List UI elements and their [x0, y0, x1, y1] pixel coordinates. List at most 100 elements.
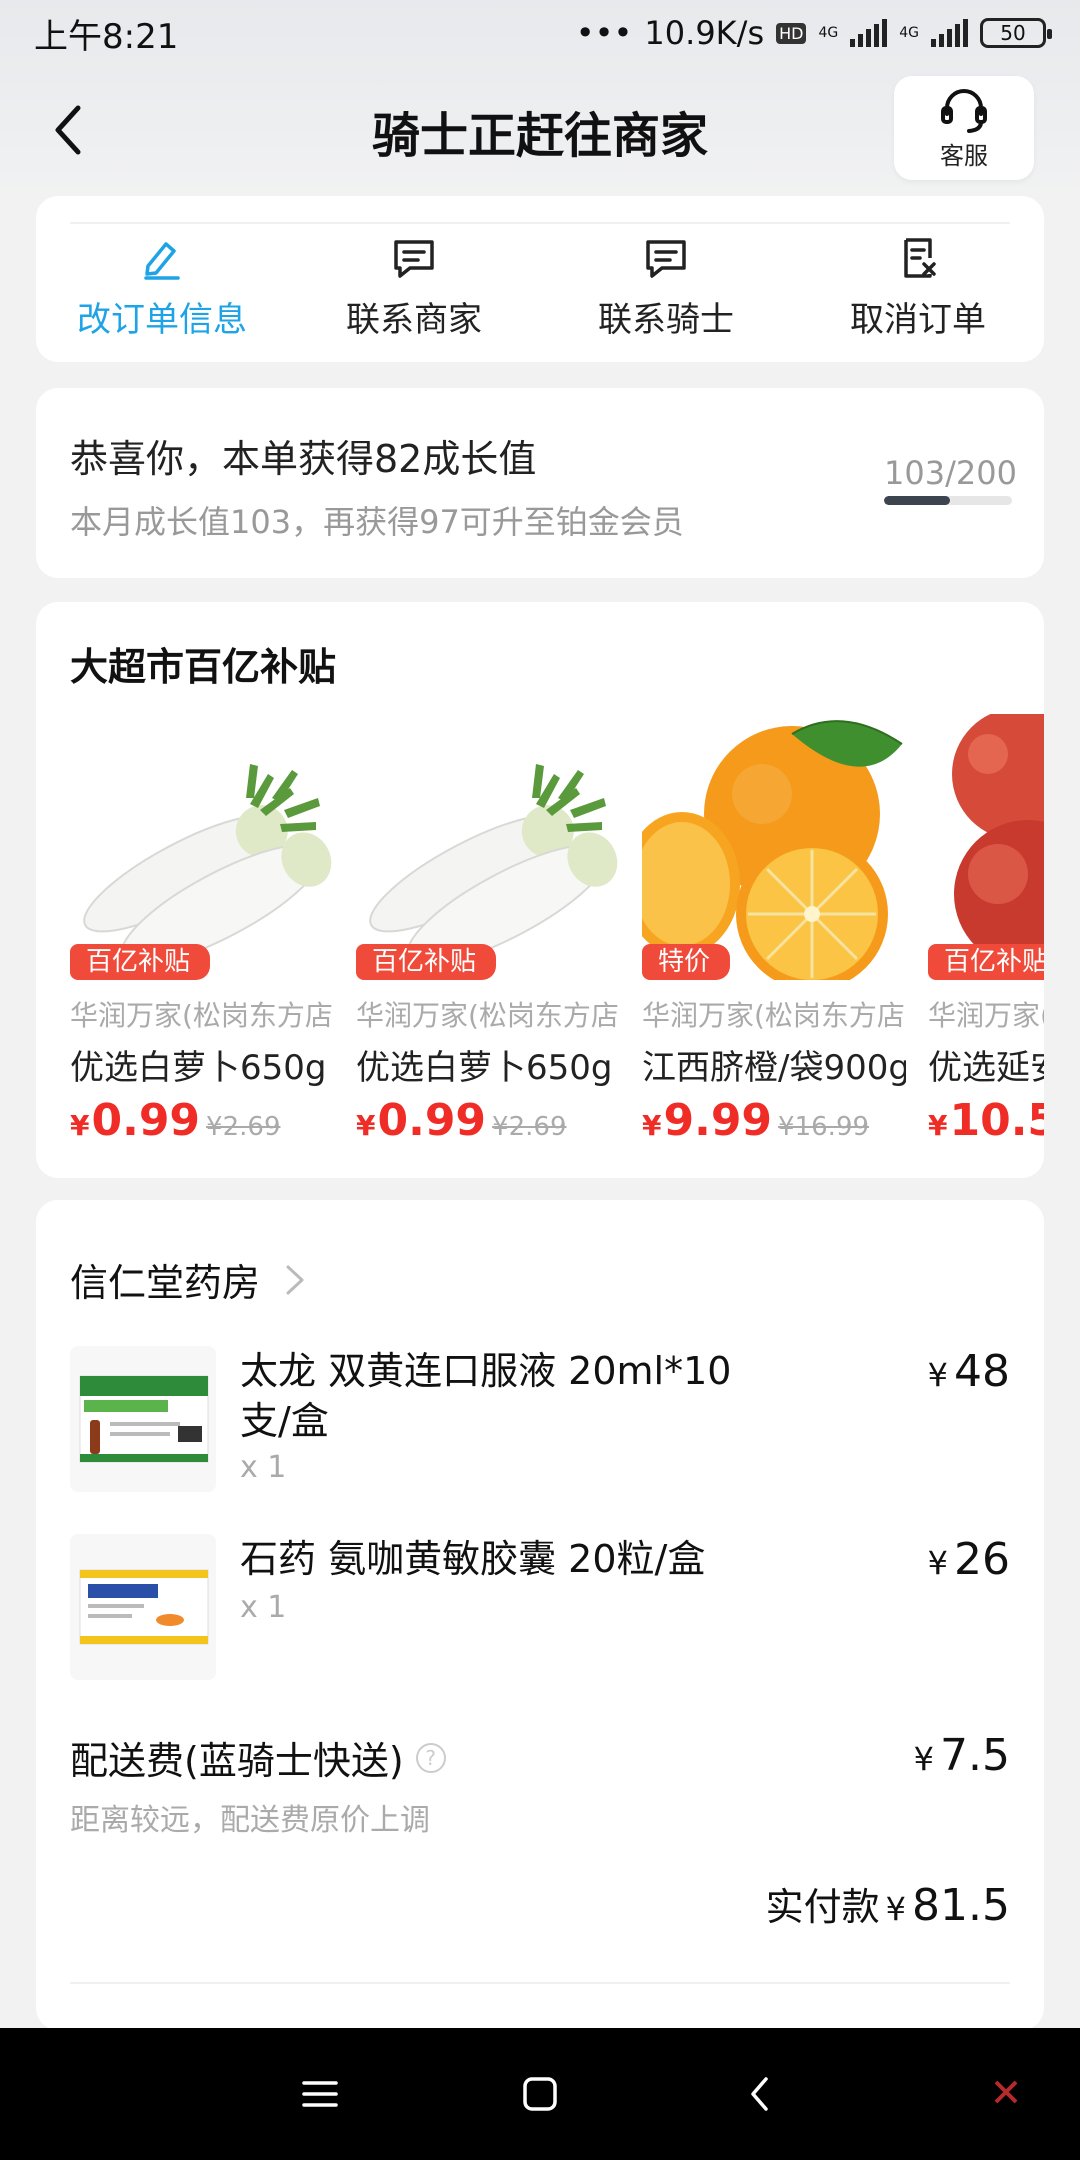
item-name: 太龙 双黄连口服液 20ml*10支/盒	[240, 1349, 732, 1443]
product-store: 华润万家(松岗东方店	[928, 999, 1044, 1032]
promo-card: 大超市百亿补贴 百亿补贴 华润万家(松岗东方店 优选白萝卜650g ¥0.99 …	[36, 602, 1044, 1178]
system-nav-bar	[0, 2028, 1080, 2160]
apple-icon	[952, 714, 1044, 968]
help-icon[interactable]: ?	[415, 1742, 446, 1773]
navel-orange-icon	[642, 720, 903, 980]
status-bar: 上午8:21 ••• 10.9K/s HD 4G 4G 50	[0, 0, 1080, 66]
growth-title: 恭喜你，本单获得82成长值	[70, 437, 537, 481]
total-value: ¥81.5	[886, 1880, 1010, 1931]
watermark	[992, 2078, 1020, 2106]
growth-card[interactable]: 恭喜你，本单获得82成长值 本月成长值103，再获得97可升至铂金会员 103/…	[36, 388, 1044, 578]
delivery-fee-text: 配送费(蓝骑士快送)	[70, 1739, 404, 1783]
status-indicators: ••• 10.9K/s HD 4G 4G 50	[576, 14, 1052, 52]
current-price: ¥0.99	[70, 1095, 200, 1146]
contact-merchant-button[interactable]: 联系商家	[288, 236, 540, 341]
battery-level: 50	[1000, 21, 1026, 45]
cancel-order-icon	[904, 238, 936, 278]
divider	[70, 222, 1010, 224]
customer-service-button[interactable]: 客服	[894, 76, 1034, 180]
back-chevron-icon	[751, 2077, 768, 2111]
product-thumbnail	[70, 1346, 216, 1492]
shop-link[interactable]: 信仁堂药房	[70, 1252, 310, 1307]
current-price: ¥0.99	[356, 1095, 486, 1146]
product-name: 江西脐橙/袋900g	[642, 1048, 906, 1088]
original-price: ¥2.69	[492, 1112, 567, 1142]
delivery-fee-label: 配送费(蓝骑士快送) ?	[70, 1730, 1010, 1785]
growth-progress-bar	[884, 496, 1012, 505]
cancel-order-button[interactable]: 取消订单	[792, 236, 1044, 341]
delivery-fee-value: 7.5	[940, 1730, 1010, 1781]
edit-order-button[interactable]: 改订单信息	[36, 236, 288, 341]
chat-icon	[394, 240, 434, 278]
signal-icon	[931, 19, 968, 47]
product-price: ¥0.99 ¥2.69	[70, 1095, 334, 1146]
delivery-fee-price: ¥7.5	[914, 1730, 1010, 1781]
product-carousel[interactable]: 百亿补贴 华润万家(松岗东方店 优选白萝卜650g ¥0.99 ¥2.69 百亿…	[70, 714, 1044, 1174]
product-name: 优选延安	[928, 1048, 1044, 1088]
delivery-fee-row: 配送费(蓝骑士快送) ? 距离较远，配送费原价上调 ¥7.5	[70, 1730, 1010, 1839]
current-price: ¥9.99	[642, 1095, 772, 1146]
product-image: 百亿补贴	[70, 714, 334, 980]
navbar: 骑士正赶往商家 客服	[0, 76, 1080, 186]
customer-service-label: 客服	[940, 141, 988, 170]
menu-icon	[302, 2081, 338, 2107]
headset-icon	[941, 88, 987, 133]
product-price: ¥0.99 ¥2.69	[356, 1095, 620, 1146]
home-button[interactable]	[510, 2064, 570, 2124]
yen-symbol: ¥	[913, 1740, 935, 1778]
promo-title: 大超市百亿补贴	[70, 645, 337, 689]
network-speed: 10.9K/s	[644, 14, 765, 52]
order-actions-card: 改订单信息 联系商家 联系骑士 取消订单	[36, 196, 1044, 362]
network-type-2: 4G	[899, 25, 919, 41]
yen-symbol: ¥	[927, 1356, 948, 1394]
item-price-value: 48	[954, 1346, 1010, 1397]
growth-progress: 103/200	[884, 454, 1017, 505]
system-back-button[interactable]	[730, 2064, 790, 2124]
yen-symbol: ¥	[642, 1109, 662, 1142]
product-card[interactable]: 百亿补贴 华润万家(松岗东方店 优选白萝卜650g ¥0.99 ¥2.69	[356, 714, 620, 1174]
product-badge: 特价	[642, 944, 731, 980]
item-quantity: x 1	[240, 1590, 287, 1625]
back-button[interactable]	[36, 98, 100, 162]
product-badge: 百亿补贴	[70, 944, 211, 980]
divider	[70, 1982, 1010, 1984]
yen-symbol: ¥	[928, 1109, 948, 1142]
current-price: ¥10.5	[928, 1095, 1044, 1146]
menu-button[interactable]	[290, 2064, 350, 2124]
battery-icon: 50	[980, 18, 1052, 48]
original-price: ¥16.99	[778, 1112, 870, 1142]
signal-icon	[850, 19, 888, 47]
yen-symbol: ¥	[356, 1109, 376, 1142]
contact-rider-button[interactable]: 联系骑士	[540, 236, 792, 341]
order-item[interactable]: 太龙 双黄连口服液 20ml*10支/盒 x 1 ¥48	[70, 1346, 1010, 1496]
watermark-logo-icon	[994, 2080, 1018, 2104]
back-arrow-icon	[55, 105, 81, 155]
action-label: 联系骑士	[598, 300, 734, 340]
action-label: 取消订单	[850, 300, 986, 340]
price-value: 0.99	[91, 1095, 201, 1146]
white-radish-icon	[369, 764, 618, 966]
medicine-box-icon	[79, 1375, 209, 1463]
product-card[interactable]: 特价 华润万家(松岗东方店 江西脐橙/袋900g ¥9.99 ¥16.99	[642, 714, 906, 1174]
medicine-box-icon	[79, 1569, 209, 1645]
price-value: 9.99	[663, 1095, 773, 1146]
yen-symbol: ¥	[70, 1109, 90, 1142]
original-price: ¥2.69	[206, 1112, 281, 1142]
growth-subtitle: 本月成长值103，再获得97可升至铂金会员	[70, 503, 684, 541]
product-thumbnail	[70, 1534, 216, 1680]
order-item[interactable]: 石药 氨咖黄敏胶囊 20粒/盒 x 1 ¥26	[70, 1534, 1010, 1684]
edit-icon	[144, 242, 180, 280]
product-store: 华润万家(松岗东方店	[642, 999, 905, 1032]
chevron-right-icon	[286, 1265, 304, 1294]
product-badge: 百亿补贴	[928, 944, 1044, 980]
product-card[interactable]: 百亿补贴 华润万家(松岗东方店 优选延安 ¥10.5 ¥	[928, 714, 1044, 1174]
product-badge: 百亿补贴	[356, 944, 497, 980]
product-store: 华润万家(松岗东方店	[356, 999, 619, 1032]
product-card[interactable]: 百亿补贴 华润万家(松岗东方店 优选白萝卜650g ¥0.99 ¥2.69	[70, 714, 334, 1174]
product-name: 优选白萝卜650g	[70, 1048, 327, 1088]
status-time: 上午8:21	[34, 16, 179, 57]
order-details-card: 信仁堂药房 太龙 双黄连口服液 20ml*10支/盒 x 1 ¥48 石药 氨咖…	[36, 1200, 1044, 2030]
action-label: 改订单信息	[77, 300, 247, 340]
item-quantity: x 1	[240, 1450, 287, 1485]
total-row: 实付款 ¥81.5	[766, 1876, 1010, 1931]
